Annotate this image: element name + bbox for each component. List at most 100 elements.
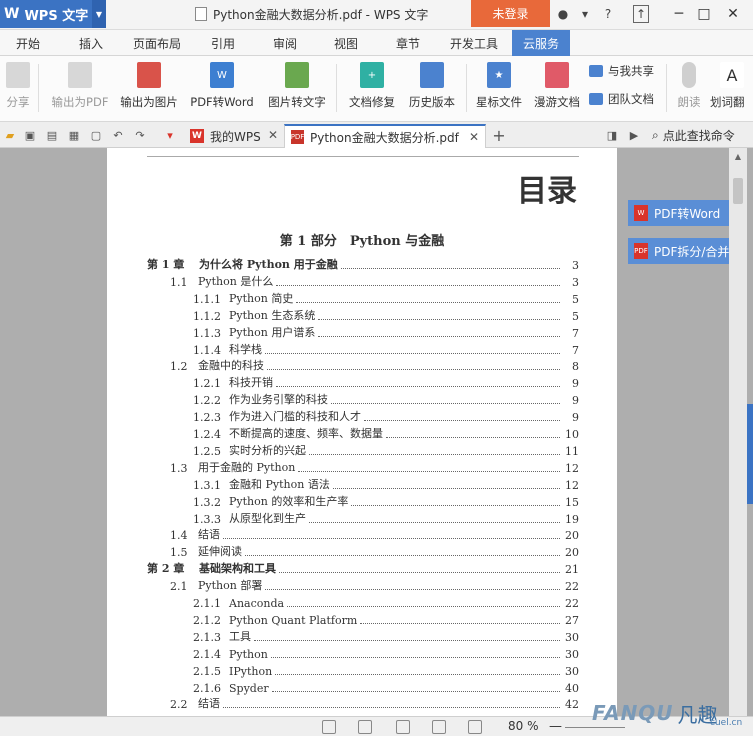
toc-entry[interactable]: 1.1 Python 是什么 3: [107, 273, 617, 289]
history-version-icon: [420, 62, 444, 88]
open-folder-icon[interactable]: ▰: [2, 127, 18, 143]
close-tab-icon[interactable]: ✕: [469, 130, 479, 144]
toc-entry[interactable]: 1.4 结语 20: [107, 526, 617, 542]
toc-entry[interactable]: 1.1.3 Python 用户谱系 7: [107, 324, 617, 340]
doc-tab-my-wps[interactable]: W 我的WPS ✕: [184, 124, 284, 148]
print-icon[interactable]: ▦: [66, 127, 82, 143]
login-button[interactable]: 未登录: [471, 0, 550, 27]
maximize-icon[interactable]: □: [693, 3, 715, 25]
toc-leader-dots: [318, 318, 560, 320]
toc-entry-number: 1.4: [170, 529, 188, 543]
toc-entry[interactable]: 1.1.4 科学栈 7: [107, 341, 617, 357]
share-button[interactable]: 分享: [2, 60, 34, 116]
export-pdf-button[interactable]: 输出为PDF: [46, 60, 114, 116]
toc-entry[interactable]: 2.1 Python 部署 22: [107, 577, 617, 593]
vertical-scrollbar[interactable]: ▲: [729, 148, 747, 716]
zoom-level[interactable]: 80 %: [508, 719, 539, 733]
save-as-icon[interactable]: ▤: [44, 127, 60, 143]
tab-sections[interactable]: 章节: [380, 30, 436, 56]
save-icon[interactable]: ▣: [22, 127, 38, 143]
new-tab-icon[interactable]: +: [491, 126, 507, 145]
tab-view[interactable]: 视图: [318, 30, 374, 56]
toc-entry[interactable]: 1.3 用于金融的 Python 12: [107, 459, 617, 475]
tab-home[interactable]: 开始: [0, 30, 56, 56]
customize-quick-access-icon[interactable]: ▾: [162, 127, 178, 143]
toc-entry[interactable]: 2.1.3 工具 30: [107, 628, 617, 644]
side-pdf-to-word-button[interactable]: W PDF转Word: [628, 200, 729, 226]
skin-icon[interactable]: ●: [556, 5, 570, 23]
web-view-icon[interactable]: [432, 720, 446, 734]
minimize-icon[interactable]: ─: [668, 3, 690, 25]
tab-review[interactable]: 审阅: [257, 30, 313, 56]
toc-entry[interactable]: 1.1.2 Python 生态系统 5: [107, 307, 617, 323]
print-preview-icon[interactable]: ▢: [88, 127, 104, 143]
comment-icon[interactable]: ▶: [626, 127, 642, 143]
scroll-up-icon[interactable]: ▲: [729, 148, 747, 164]
toc-entry[interactable]: 第 1 章 为什么将 Python 用于金融 3: [107, 256, 617, 272]
tab-page-layout[interactable]: 页面布局: [124, 30, 190, 56]
help-icon[interactable]: ?: [600, 5, 616, 23]
document-repair-button[interactable]: + 文档修复: [344, 60, 400, 116]
tab-insert[interactable]: 插入: [63, 30, 119, 56]
toc-entry[interactable]: 1.3.3 从原型化到生产 19: [107, 510, 617, 526]
redo-icon[interactable]: ↷: [132, 127, 148, 143]
page-view-icon[interactable]: [358, 720, 372, 734]
side-panel-toggle[interactable]: [747, 404, 753, 504]
toc-entry[interactable]: 2.1.6 Spyder 40: [107, 679, 617, 695]
zoom-out-icon[interactable]: —: [549, 719, 562, 734]
tab-developer[interactable]: 开发工具: [443, 30, 505, 56]
full-screen-icon[interactable]: [322, 720, 336, 734]
shared-with-me-button[interactable]: 与我共享: [589, 62, 654, 80]
toc-entry[interactable]: 2.1.4 Python 30: [107, 645, 617, 661]
toc-entry-title: 基础架构和工具: [199, 562, 276, 576]
toc-entry[interactable]: 1.3.2 Python 的效率和生产率 15: [107, 493, 617, 509]
toc-entry[interactable]: 2.1.5 IPython 30: [107, 662, 617, 678]
toc-entry[interactable]: 2.1.2 Python Quant Platform 27: [107, 611, 617, 627]
find-command-search[interactable]: ⌕ 点此查找命令: [652, 126, 735, 144]
toc-entry[interactable]: 1.2.5 实时分析的兴起 11: [107, 442, 617, 458]
scrollbar-thumb[interactable]: [733, 178, 743, 204]
toc-entry[interactable]: 1.2.1 科技开销 9: [107, 374, 617, 390]
side-pdf-split-merge-button[interactable]: PDF PDF拆分/合并: [628, 238, 729, 264]
toc-entry[interactable]: 1.1.1 Python 简史 5: [107, 290, 617, 306]
toc-entry[interactable]: 第 2 章基础架构和工具 21: [107, 560, 617, 576]
team-docs-button[interactable]: 团队文档: [589, 90, 654, 108]
eye-protection-icon[interactable]: [468, 720, 482, 734]
translate-button[interactable]: A 划词翻: [710, 60, 753, 116]
document-page[interactable]: 目录 第 1 部分 Python 与金融 第 1 章 为什么将 Python 用于…: [107, 148, 617, 716]
toc-entry[interactable]: 1.2.4 不断提高的速度、频率、数据量 10: [107, 425, 617, 441]
outline-view-icon[interactable]: [396, 720, 410, 734]
toc-leader-dots: [270, 656, 560, 658]
roaming-docs-button[interactable]: 漫游文档: [530, 60, 584, 116]
close-tab-icon[interactable]: ✕: [268, 128, 278, 142]
side-panel: W PDF转Word PDF PDF拆分/合并: [618, 148, 729, 716]
toc-leader-dots: [360, 622, 560, 624]
history-version-button[interactable]: 历史版本: [404, 60, 460, 116]
tab-references[interactable]: 引用: [195, 30, 251, 56]
toc-entry-title: 金融中的科技: [198, 359, 264, 373]
toc-entry[interactable]: 2.1.1 Anaconda 22: [107, 594, 617, 610]
pdf-to-word-button[interactable]: W PDF转Word: [186, 60, 258, 116]
image-to-text-button[interactable]: 图片转文字: [264, 60, 330, 116]
sidebar-toggle-icon[interactable]: ◨: [604, 127, 620, 143]
toc-entry[interactable]: 1.5 延伸阅读 20: [107, 543, 617, 559]
read-aloud-button[interactable]: 朗读: [672, 60, 706, 116]
toc-entry[interactable]: 1.3.1 金融和 Python 语法 12: [107, 476, 617, 492]
doc-tab-python-pdf[interactable]: PDF Python金融大数据分析.pdf ✕: [284, 124, 486, 148]
wps-menu-button[interactable]: W WPS 文字 ▼: [0, 0, 106, 28]
export-image-button[interactable]: 输出为图片: [118, 60, 180, 116]
toc-entry[interactable]: 1.2.3 作为进入门槛的科技和人才 9: [107, 408, 617, 424]
close-icon[interactable]: ✕: [722, 3, 744, 25]
toc-entry-title: Python 是什么: [198, 274, 274, 288]
toc-entry[interactable]: 1.2 金融中的科技 8: [107, 357, 617, 373]
tab-cloud-services[interactable]: 云服务: [512, 30, 570, 56]
undo-icon[interactable]: ↶: [110, 127, 126, 143]
minimize-to-tray-icon[interactable]: ↑: [633, 5, 649, 23]
shirt-icon[interactable]: ▾: [575, 5, 595, 23]
toc-entry[interactable]: 1.2.2 作为业务引擎的科技 9: [107, 391, 617, 407]
chevron-down-icon[interactable]: ▼: [92, 0, 106, 28]
toc-entry[interactable]: 2.2 结语 42: [107, 695, 617, 711]
star-icon: ★: [487, 62, 511, 88]
starred-files-button[interactable]: ★ 星标文件: [472, 60, 526, 116]
toc-entry-title: 作为进入门槛的科技和人才: [229, 410, 361, 424]
